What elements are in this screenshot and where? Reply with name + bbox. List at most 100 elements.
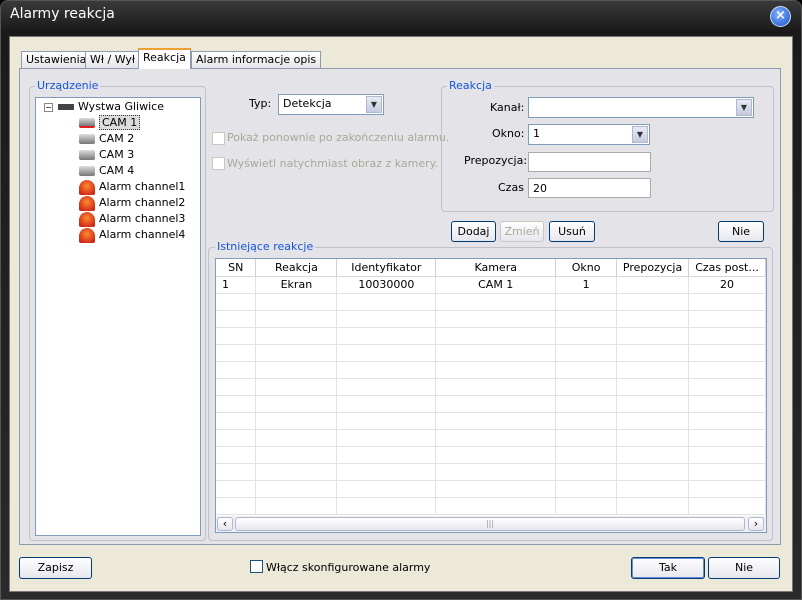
table-cell [255, 395, 338, 413]
reactions-table[interactable]: SN Reakcja Identyfikator Kamera Okno Prepozyc… [215, 258, 767, 533]
table-cell [435, 378, 557, 396]
tree-root[interactable]: − Wystwa Gliwice [44, 99, 164, 115]
tree-item-cam-1[interactable]: CAM 1 [79, 115, 141, 131]
table-cell [255, 412, 338, 430]
preset-input[interactable] [528, 152, 651, 172]
column-header[interactable]: Reakcja [255, 259, 338, 277]
enable-alarms-checkbox[interactable] [250, 560, 263, 573]
alarm-light-icon [79, 227, 95, 243]
column-header[interactable]: Kamera [435, 259, 557, 277]
collapse-icon[interactable]: − [44, 102, 53, 112]
channel-select[interactable]: ▼ [528, 97, 754, 118]
table-cell [435, 412, 557, 430]
change-button[interactable]: Zmień [500, 221, 544, 242]
table-cell [336, 293, 437, 311]
tree-item-cam-4[interactable]: CAM 4 [79, 163, 134, 179]
table-cell [555, 344, 618, 362]
chevron-down-icon[interactable]: ▼ [632, 126, 648, 143]
scrollbar-thumb[interactable]: ||| [235, 517, 745, 531]
table-row[interactable] [216, 344, 766, 362]
alarm-light-icon [79, 195, 95, 211]
table-cell [435, 293, 557, 311]
column-header[interactable]: Identyfikator [336, 259, 437, 277]
table-row[interactable] [216, 497, 766, 515]
table-cell: 1 [216, 276, 257, 294]
table-row[interactable] [216, 310, 766, 328]
table-cell [688, 497, 766, 515]
tree-item-cam-2[interactable]: CAM 2 [79, 131, 134, 147]
table-cell [216, 463, 257, 481]
table-row[interactable] [216, 429, 766, 447]
no-button[interactable]: Nie [718, 221, 764, 242]
table-row[interactable]: 1 Ekran 10030000 CAM 1 1 20 [216, 276, 766, 294]
table-cell [435, 395, 557, 413]
table-cell [336, 378, 437, 396]
table-cell [555, 378, 618, 396]
scroll-left-icon[interactable]: ‹ [217, 517, 233, 531]
table-cell [555, 310, 618, 328]
tree-item-alarm-4[interactable]: Alarm channel4 [79, 227, 185, 243]
column-header[interactable]: SN [216, 259, 257, 277]
tab-ustawienia[interactable]: Ustawienia [21, 51, 92, 69]
tab-wl-wyl[interactable]: Wł / Wył [85, 51, 141, 69]
tree-item-cam-3[interactable]: CAM 3 [79, 147, 134, 163]
table-cell [255, 378, 338, 396]
close-icon[interactable]: × [770, 6, 791, 27]
window-title: Alarmy reakcja [10, 6, 115, 22]
camera-icon [79, 150, 95, 160]
dvr-icon [58, 104, 74, 110]
tree-item-label: Alarm channel1 [99, 180, 186, 193]
window-select[interactable]: 1 ▼ [528, 124, 650, 145]
table-row[interactable] [216, 412, 766, 430]
table-row[interactable] [216, 361, 766, 379]
tree-item-alarm-3[interactable]: Alarm channel3 [79, 211, 185, 227]
table-row[interactable] [216, 395, 766, 413]
save-button[interactable]: Zapisz [19, 557, 92, 579]
scroll-right-icon[interactable]: › [748, 517, 764, 531]
table-row[interactable] [216, 463, 766, 481]
table-cell [435, 463, 557, 481]
existing-reactions-title: Istniejące reakcje [215, 240, 316, 253]
device-tree[interactable]: − Wystwa Gliwice CAM 1 CAM 2 CAM 3 CAM 4 … [35, 97, 201, 536]
cancel-button[interactable]: Nie [708, 557, 780, 579]
table-cell [616, 276, 690, 294]
table-row[interactable] [216, 378, 766, 396]
table-cell [216, 344, 257, 362]
table-cell [555, 429, 618, 447]
show-again-checkbox[interactable] [212, 132, 225, 145]
tree-item-alarm-2[interactable]: Alarm channel2 [79, 195, 185, 211]
table-cell: 10030000 [336, 276, 437, 294]
table-row[interactable] [216, 480, 766, 498]
column-header[interactable]: Okno [555, 259, 618, 277]
type-select[interactable]: Detekcja ▼ [278, 94, 384, 115]
table-row[interactable] [216, 446, 766, 464]
add-button[interactable]: Dodaj [451, 221, 496, 242]
column-header[interactable]: Prepozycja [616, 259, 690, 277]
table-cell [255, 344, 338, 362]
table-cell [336, 327, 437, 345]
table-cell [255, 327, 338, 345]
table-cell [555, 327, 618, 345]
table-cell [435, 327, 557, 345]
tab-reakcja[interactable]: Reakcja [138, 48, 191, 69]
delete-button[interactable]: Usuń [549, 221, 595, 242]
table-row[interactable] [216, 293, 766, 311]
table-cell [255, 463, 338, 481]
table-cell [616, 344, 690, 362]
time-input[interactable] [528, 178, 651, 198]
tree-item-alarm-1[interactable]: Alarm channel1 [79, 179, 185, 195]
table-cell [255, 293, 338, 311]
horizontal-scrollbar[interactable]: ‹ ||| › [216, 516, 766, 532]
table-row[interactable] [216, 327, 766, 345]
table-cell [216, 310, 257, 328]
ok-button[interactable]: Tak [631, 557, 705, 579]
chevron-down-icon[interactable]: ▼ [736, 99, 752, 116]
show-image-checkbox[interactable] [212, 157, 225, 170]
chevron-down-icon[interactable]: ▼ [366, 96, 382, 113]
table-cell [616, 446, 690, 464]
table-cell [336, 497, 437, 515]
tab-alarm-informacje[interactable]: Alarm informacje opis [191, 51, 322, 69]
table-cell [555, 412, 618, 430]
table-cell [616, 412, 690, 430]
column-header[interactable]: Czas post... [688, 259, 766, 277]
